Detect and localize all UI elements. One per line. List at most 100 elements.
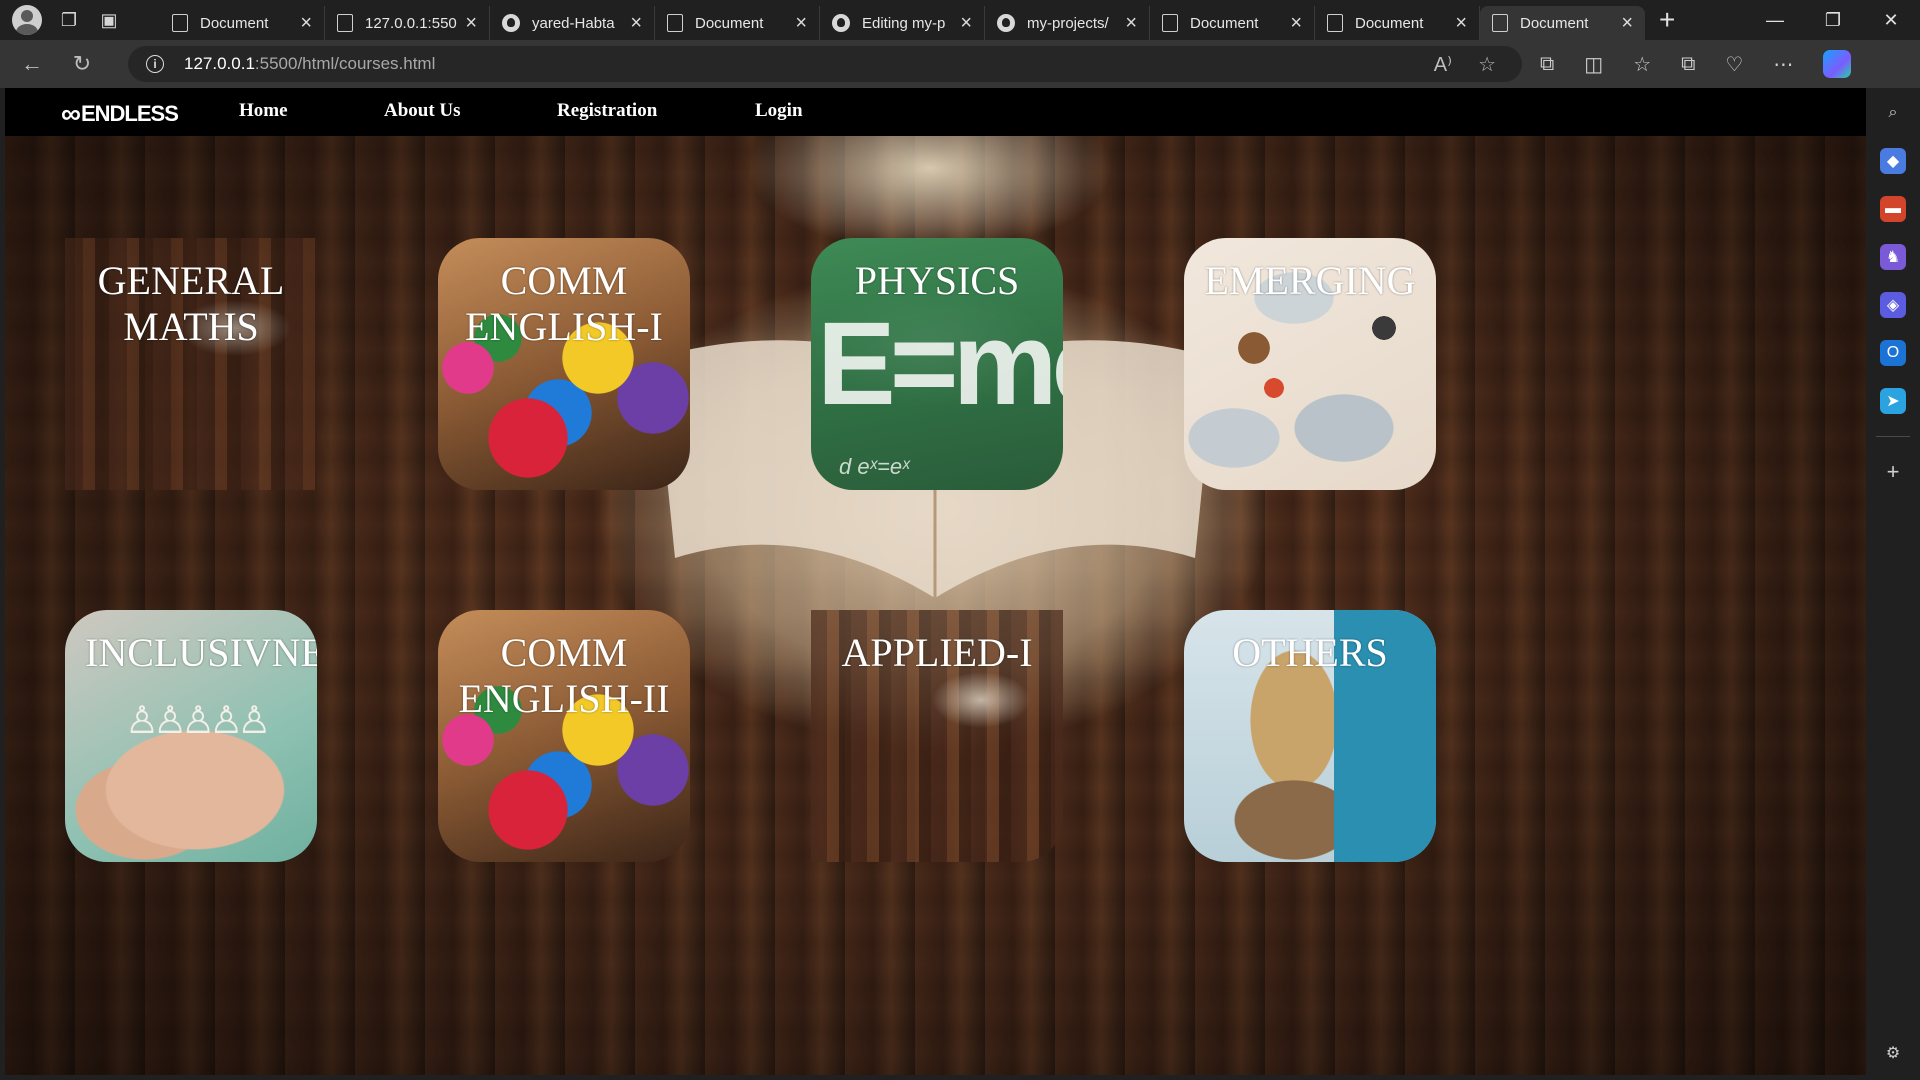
infinity-logo-icon: ∞	[61, 98, 81, 129]
back-icon[interactable]: ←	[14, 46, 50, 82]
close-icon[interactable]: ×	[1125, 12, 1137, 35]
tab-title: 127.0.0.1:550	[365, 14, 457, 32]
copilot-sidebar-icon[interactable]: ◈	[1880, 292, 1906, 318]
course-card-inclusiveness[interactable]: ♙♙♙♙♙ INCLUSIVNE	[65, 610, 317, 862]
close-icon[interactable]: ×	[1621, 12, 1633, 35]
course-title: COMM ENGLISH-II	[438, 630, 690, 722]
course-title: INCLUSIVNE	[65, 630, 317, 676]
browser-tab[interactable]: my-projects/ ×	[985, 6, 1150, 40]
course-card-comm-english-i[interactable]: COMM ENGLISH-I	[438, 238, 690, 490]
github-icon	[832, 14, 850, 32]
page-icon	[667, 14, 683, 32]
course-title: GENERAL MATHS	[65, 258, 317, 350]
course-title: OTHERS	[1184, 630, 1436, 676]
tab-title: Editing my-p	[862, 14, 946, 32]
course-title-line: ENGLISH-II	[458, 676, 670, 721]
add-icon[interactable]: +	[1880, 459, 1906, 485]
browser-tab[interactable]: Document ×	[160, 6, 325, 40]
course-card-emerging[interactable]: EMERGING	[1184, 238, 1436, 490]
page-icon	[1162, 14, 1178, 32]
course-card-general-maths[interactable]: GENERAL MATHS	[65, 238, 317, 490]
nav-about-link[interactable]: About Us	[384, 100, 461, 122]
shopping-icon[interactable]: ◆	[1880, 148, 1906, 174]
nav-registration-link[interactable]: Registration	[557, 100, 657, 122]
browser-tab[interactable]: Document ×	[1315, 6, 1480, 40]
tab-title: Document	[695, 14, 764, 32]
tab-title: my-projects/	[1027, 14, 1109, 32]
site-logo[interactable]: ∞ ENDLESS	[61, 98, 179, 130]
url-field[interactable]: i 127.0.0.1:5500/html/courses.html A⁾ ☆	[128, 46, 1522, 82]
tab-title: Document	[1355, 14, 1424, 32]
course-title-line: GENERAL	[97, 258, 285, 303]
course-card-others[interactable]: OTHERS	[1184, 610, 1436, 862]
browser-tab[interactable]: Document ×	[1150, 6, 1315, 40]
close-icon[interactable]: ×	[795, 12, 807, 35]
course-title-line: OTHERS	[1232, 630, 1388, 675]
course-title: PHYSICS	[811, 258, 1063, 304]
close-icon[interactable]: ×	[1290, 12, 1302, 35]
formula-art: E=mc	[817, 298, 1063, 430]
browser-tab-active[interactable]: Document ×	[1480, 6, 1645, 40]
tab-bar-left: ❐ ▣	[0, 0, 160, 40]
browser-tab[interactable]: 127.0.0.1:550 ×	[325, 6, 490, 40]
course-title-line: COMM	[500, 258, 628, 303]
workspaces-icon[interactable]: ❐	[56, 7, 82, 33]
nav-home-link[interactable]: Home	[239, 100, 288, 122]
outlook-icon[interactable]: O	[1880, 340, 1906, 366]
favorites-icon[interactable]: ☆	[1633, 52, 1651, 77]
telegram-icon[interactable]: ➤	[1880, 388, 1906, 414]
browser-tab-bar: ❐ ▣ Document × 127.0.0.1:550 × yared-Habta…	[0, 0, 1920, 40]
browser-essentials-icon[interactable]: ♡	[1725, 52, 1743, 77]
formula-small-art: d eˣ=eˣ	[839, 454, 910, 479]
tab-actions-icon[interactable]: ▣	[96, 7, 122, 33]
profile-icon[interactable]	[12, 5, 42, 35]
close-icon[interactable]: ×	[465, 12, 477, 35]
course-title: EMERGING	[1184, 258, 1436, 304]
copilot-icon[interactable]	[1823, 50, 1852, 78]
read-aloud-icon[interactable]: A⁾	[1434, 52, 1452, 77]
tab-strip: Document × 127.0.0.1:550 × yared-Habta × Do…	[160, 0, 1675, 40]
refresh-icon[interactable]: ↻	[64, 46, 100, 82]
course-card-comm-english-ii[interactable]: COMM ENGLISH-II	[438, 610, 690, 862]
extensions-icon[interactable]: ⧉	[1540, 53, 1554, 76]
close-icon[interactable]: ×	[1455, 12, 1467, 35]
course-title: APPLIED-I	[811, 630, 1063, 676]
tab-title: yared-Habta	[532, 14, 615, 32]
close-icon[interactable]: ×	[300, 12, 312, 35]
browser-tab[interactable]: Editing my-p ×	[820, 6, 985, 40]
course-title-line: EMERGING	[1204, 258, 1416, 303]
close-icon[interactable]: ×	[960, 12, 972, 35]
browser-tab[interactable]: Document ×	[655, 6, 820, 40]
page-icon	[1327, 14, 1343, 32]
course-card-applied-i[interactable]: APPLIED-I	[811, 610, 1063, 862]
tab-title: Document	[1190, 14, 1259, 32]
tools-icon[interactable]: ▬	[1880, 196, 1906, 222]
browser-tab[interactable]: yared-Habta ×	[490, 6, 655, 40]
search-icon[interactable]: ⌕	[1880, 100, 1906, 126]
paper-people-art: ♙♙♙♙♙	[125, 700, 271, 742]
close-window-icon[interactable]: ✕	[1862, 0, 1920, 40]
collections-icon[interactable]: ⧉	[1681, 53, 1695, 76]
close-icon[interactable]: ×	[630, 12, 642, 35]
split-screen-icon[interactable]: ◫	[1584, 52, 1603, 77]
minimize-icon[interactable]: —	[1746, 0, 1804, 40]
course-card-physics[interactable]: E=mc d eˣ=eˣ PHYSICS	[811, 238, 1063, 490]
more-menu-icon[interactable]: ⋯	[1773, 52, 1793, 77]
page-icon	[172, 14, 188, 32]
nav-login-link[interactable]: Login	[755, 100, 803, 122]
site-info-icon[interactable]: i	[146, 55, 164, 73]
github-icon	[997, 14, 1015, 32]
window-controls: — ❐ ✕	[1746, 0, 1920, 40]
edge-sidebar: ⌕ ◆ ▬ ♞ ◈ O ➤ + ⚙	[1866, 88, 1920, 1080]
tab-title: Document	[200, 14, 269, 32]
course-title-line: INCLUSIVNE	[85, 630, 317, 675]
course-title-line: COMM	[500, 630, 628, 675]
course-title-line: PHYSICS	[854, 258, 1020, 303]
new-tab-button[interactable]: +	[1659, 4, 1675, 36]
restore-icon[interactable]: ❐	[1804, 0, 1862, 40]
github-icon	[502, 14, 520, 32]
favorite-star-icon[interactable]: ☆	[1478, 52, 1496, 77]
course-title-line: ENGLISH-I	[465, 304, 663, 349]
settings-gear-icon[interactable]: ⚙	[1880, 1040, 1906, 1066]
games-icon[interactable]: ♞	[1880, 244, 1906, 270]
